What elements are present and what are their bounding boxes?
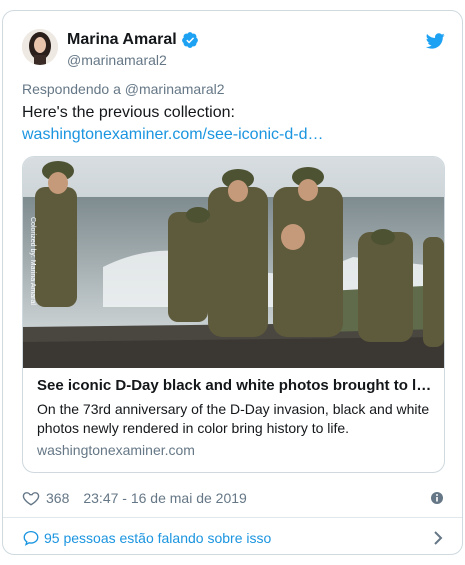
author-handle[interactable]: @marinamaral2 <box>67 52 167 68</box>
reply-bubble-icon <box>23 530 39 546</box>
conversation-link[interactable]: 95 pessoas estão falando sobre isso <box>22 527 445 549</box>
chevron-right-icon[interactable] <box>431 530 445 546</box>
conversation-text[interactable]: 95 pessoas estão falando sobre isso <box>44 530 271 546</box>
tweet-body: Here's the previous collection: <box>22 104 235 121</box>
photo-watermark: Colorized by: Marina Amaral <box>29 217 36 305</box>
info-icon[interactable] <box>429 490 445 506</box>
author-name[interactable]: Marina Amaral <box>67 31 177 49</box>
preview-title[interactable]: See iconic D-Day black and white photos … <box>37 377 432 394</box>
heart-icon[interactable] <box>22 489 40 507</box>
twitter-bird-icon[interactable] <box>424 31 446 51</box>
like-count[interactable]: 368 <box>46 490 69 506</box>
preview-photo[interactable]: Colorized by: Marina Amaral <box>23 157 444 368</box>
tweet-header: Marina Amaral @marinamaral2 <box>22 29 446 69</box>
avatar[interactable] <box>22 29 58 65</box>
preview-domain: washingtonexaminer.com <box>37 442 195 458</box>
preview-text: See iconic D-Day black and white photos … <box>37 377 432 458</box>
reply-mention-link[interactable]: @marinamaral2 <box>125 81 225 97</box>
author-name-row[interactable]: Marina Amaral <box>67 31 199 49</box>
reply-context: Respondendo a @marinamaral2 <box>22 81 225 97</box>
timestamp[interactable]: 23:47 - 16 de mai de 2019 <box>83 490 246 506</box>
tweet-meta: 368 23:47 - 16 de mai de 2019 <box>22 488 445 508</box>
divider <box>3 517 462 518</box>
preview-description: On the 73rd anniversary of the D-Day inv… <box>37 401 430 436</box>
verified-badge-icon <box>181 32 198 48</box>
tweet-card: Marina Amaral @marinamaral2 Respondendo … <box>2 10 463 555</box>
tweet-link[interactable]: washingtonexaminer.com/see-iconic-d-d… <box>22 126 323 143</box>
link-preview-card[interactable]: Colorized by: Marina Amaral See iconic D… <box>22 156 445 473</box>
tweet-text: Here's the previous collection: washingt… <box>22 102 447 146</box>
reply-prefix: Respondendo a <box>22 81 121 97</box>
